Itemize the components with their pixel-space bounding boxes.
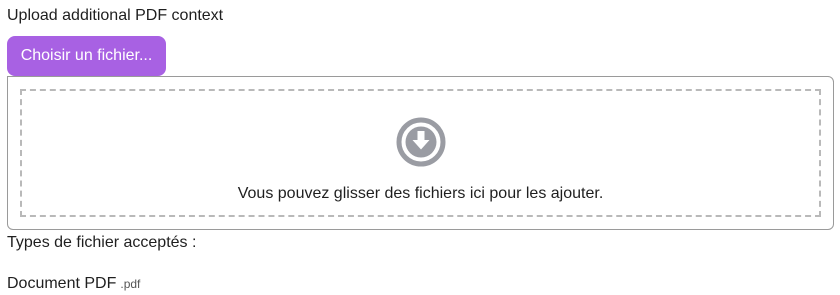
accepted-type-extension: .pdf: [120, 277, 141, 291]
file-upload-widget: Upload additional PDF context Choisir un…: [0, 0, 840, 295]
dropzone-text: Vous pouvez glisser des fichiers ici pou…: [237, 185, 604, 202]
upload-field-label: Upload additional PDF context: [7, 7, 224, 24]
download-circle-icon: [396, 117, 446, 167]
choose-file-button[interactable]: Choisir un fichier...: [7, 36, 166, 76]
accepted-type-item: Document PDF .pdf: [7, 274, 140, 294]
dropzone-container[interactable]: Vous pouvez glisser des fichiers ici pou…: [7, 76, 834, 230]
accepted-types-label: Types de fichier acceptés :: [7, 234, 197, 251]
dropzone-area[interactable]: Vous pouvez glisser des fichiers ici pou…: [20, 89, 821, 217]
accepted-type-name: Document PDF: [7, 275, 117, 292]
